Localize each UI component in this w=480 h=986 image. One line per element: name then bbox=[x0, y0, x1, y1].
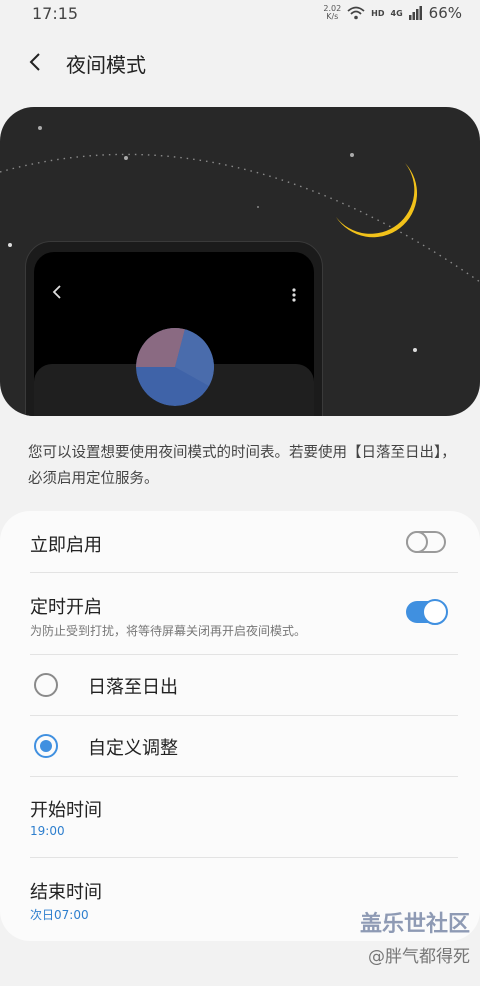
battery-level: 66% bbox=[428, 4, 462, 22]
app-bar: 夜间模式 bbox=[0, 40, 480, 84]
watermark: 盖乐世社区 @胖气都得死 bbox=[360, 906, 470, 967]
option-custom[interactable]: 自定义调整 bbox=[0, 716, 480, 777]
start-time-row[interactable]: 开始时间 19:00 bbox=[0, 777, 480, 858]
end-time-label: 结束时间 bbox=[30, 882, 102, 903]
scheduled-row[interactable]: 定时开启 为防止受到打扰，将等待屏幕关闭再开启夜间模式。 bbox=[0, 573, 480, 655]
start-time-value: 19:00 bbox=[30, 824, 65, 838]
back-icon[interactable] bbox=[24, 50, 48, 74]
watermark-user: @胖气都得死 bbox=[368, 947, 470, 967]
watermark-brand: 盖乐世社区 bbox=[359, 912, 470, 937]
status-bar: 17:15 2.02 K/s HD 4G 66% bbox=[0, 0, 480, 28]
radio-sunset-sunrise[interactable] bbox=[34, 673, 58, 697]
option-label: 自定义调整 bbox=[88, 738, 178, 759]
phone-mockup bbox=[25, 241, 323, 416]
radio-dot bbox=[40, 740, 52, 752]
network-label: 4G bbox=[390, 8, 403, 18]
signal-icon bbox=[408, 6, 422, 20]
night-mode-illustration bbox=[0, 107, 480, 416]
schedule-description: 您可以设置想要使用夜间模式的时间表。若要使用【日落至日出】，必须启用定位服务。 bbox=[28, 445, 456, 487]
end-time-value: 次日07:00 bbox=[30, 908, 89, 922]
radio-custom[interactable] bbox=[34, 734, 58, 758]
toggle-knob bbox=[422, 599, 448, 625]
net-speed: 2.02 K/s bbox=[323, 4, 342, 21]
avatar bbox=[136, 328, 214, 406]
toggle-knob bbox=[406, 531, 428, 553]
instant-enable-label: 立即启用 bbox=[30, 535, 102, 556]
phone-back-icon bbox=[52, 285, 61, 299]
option-label: 日落至日出 bbox=[88, 677, 178, 698]
scheduled-description: 为防止受到打扰，将等待屏幕关闭再开启夜间模式。 bbox=[30, 624, 307, 638]
status-icons: 2.02 K/s HD 4G 66% bbox=[323, 4, 462, 22]
scheduled-label: 定时开启 bbox=[30, 597, 102, 618]
phone-screen bbox=[34, 252, 314, 416]
hd-label: HD bbox=[371, 8, 385, 18]
moon-icon bbox=[336, 163, 418, 238]
status-time: 17:15 bbox=[32, 4, 79, 23]
option-sunset-sunrise[interactable]: 日落至日出 bbox=[0, 655, 480, 716]
scheduled-toggle[interactable] bbox=[406, 599, 448, 625]
wifi-icon bbox=[347, 6, 365, 20]
settings-panel: 立即启用 定时开启 为防止受到打扰，将等待屏幕关闭再开启夜间模式。 日落至日出 … bbox=[0, 511, 480, 941]
instant-enable-row[interactable]: 立即启用 bbox=[0, 511, 480, 573]
more-options-icon bbox=[292, 288, 296, 302]
page-title: 夜间模式 bbox=[66, 53, 146, 77]
instant-enable-toggle[interactable] bbox=[406, 531, 446, 553]
start-time-label: 开始时间 bbox=[30, 800, 102, 821]
